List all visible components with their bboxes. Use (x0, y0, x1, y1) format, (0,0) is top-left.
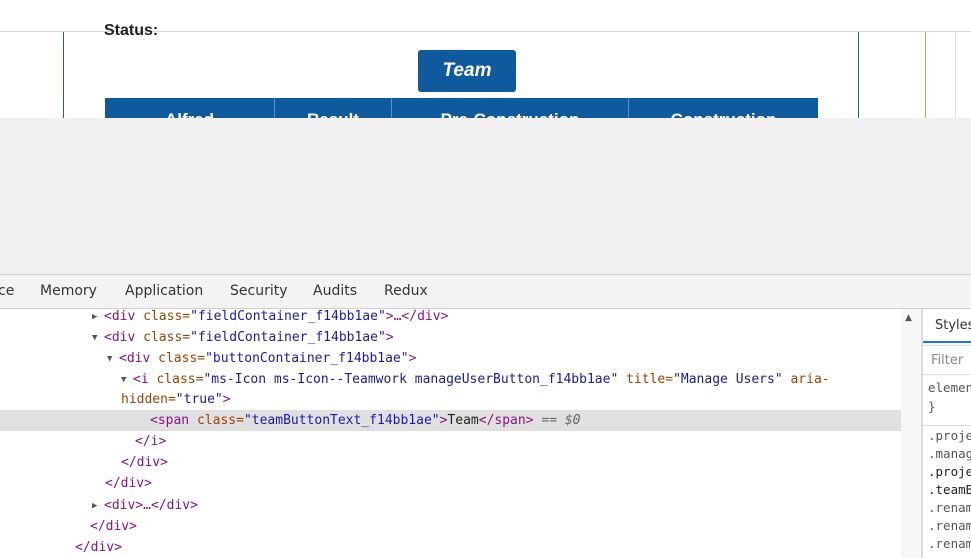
style-rule-selector[interactable]: .proje (928, 464, 971, 479)
style-rule-selector[interactable]: .renam (928, 536, 971, 551)
elements-tree: ▶ <div class="fieldContainer_f14bb1ae">…… (0, 309, 901, 558)
tab-memory[interactable]: Memory (40, 283, 97, 299)
style-rule-selector[interactable]: .renam (928, 500, 971, 515)
dom-node[interactable]: ▶ <div>…</div> (0, 495, 901, 516)
tab-performance[interactable]: ce (0, 283, 14, 299)
dom-closing-tag[interactable]: </div> (0, 537, 901, 558)
dom-node[interactable]: ▼ <i class="ms-Icon ms-Icon--Teamwork ma… (0, 369, 901, 390)
dom-node[interactable]: ▼ <div class="buttonContainer_f14bb1ae"> (0, 348, 901, 369)
style-rule-selector[interactable]: .teamB (928, 482, 971, 497)
tab-styles[interactable]: Styles (935, 318, 971, 333)
expand-arrow-icon[interactable]: ▶ (92, 309, 97, 328)
tab-audits[interactable]: Audits (313, 283, 357, 299)
page-viewport: Status: Team Alfred Result Pre-Construct… (0, 0, 971, 118)
devtools-tab-bar: ce Memory Application Security Audits Re… (0, 274, 971, 309)
scroll-up-arrow-icon[interactable]: ▲ (905, 313, 912, 323)
tab-application[interactable]: Application (125, 283, 203, 299)
status-label: Status: (104, 22, 159, 39)
table-header-alfred: Alfred (105, 98, 275, 118)
empty-gray-area (0, 118, 971, 274)
team-button[interactable]: Team (418, 50, 516, 92)
table-header-construction: Construction (629, 98, 818, 118)
styles-panel: Styles Filter element.style { } .proje .… (923, 309, 971, 558)
dom-closing-tag[interactable]: </div> (0, 452, 901, 473)
table-header-row: Alfred Result Pre-Construction Construct… (105, 98, 818, 118)
dom-node-continuation: hidden="true"> (121, 392, 231, 407)
element-style-close: } (928, 399, 936, 414)
style-rule-selector[interactable]: .proje (928, 428, 971, 443)
style-rule-selector[interactable]: .renam (928, 518, 971, 533)
dom-closing-tag[interactable]: </div> (0, 516, 901, 537)
collapse-arrow-icon[interactable]: ▼ (121, 370, 126, 391)
table-header-result: Result (275, 98, 392, 118)
filter-placeholder: Filter (931, 353, 964, 368)
page-right-rule (925, 32, 926, 118)
active-tab-indicator (923, 341, 971, 343)
selected-dom-node[interactable]: <span class="teamButtonText_f14bb1ae">Te… (0, 410, 901, 431)
table-header-pre-construction: Pre-Construction (392, 98, 629, 118)
style-rule-selector[interactable]: .manag (928, 446, 971, 461)
tab-redux[interactable]: Redux (384, 283, 428, 299)
dom-node[interactable]: ▶ <div class="fieldContainer_f14bb1ae">…… (0, 309, 901, 327)
expand-arrow-icon[interactable]: ▶ (92, 496, 97, 517)
styles-separator (923, 425, 971, 426)
element-style-rule[interactable]: element.style { (928, 380, 971, 395)
collapse-arrow-icon[interactable]: ▼ (107, 349, 112, 370)
dom-node[interactable]: ▼ <div class="fieldContainer_f14bb1ae"> (0, 327, 901, 348)
dom-closing-tag[interactable]: </i> (0, 431, 901, 452)
elements-scrollbar[interactable] (901, 309, 921, 558)
page-right-rule-2 (955, 32, 956, 118)
collapse-arrow-icon[interactable]: ▼ (92, 328, 97, 349)
team-button-label: Team (442, 60, 492, 81)
dom-closing-tag[interactable]: </div> (0, 473, 901, 494)
tab-security[interactable]: Security (230, 283, 288, 299)
styles-filter-input[interactable]: Filter (923, 345, 971, 375)
